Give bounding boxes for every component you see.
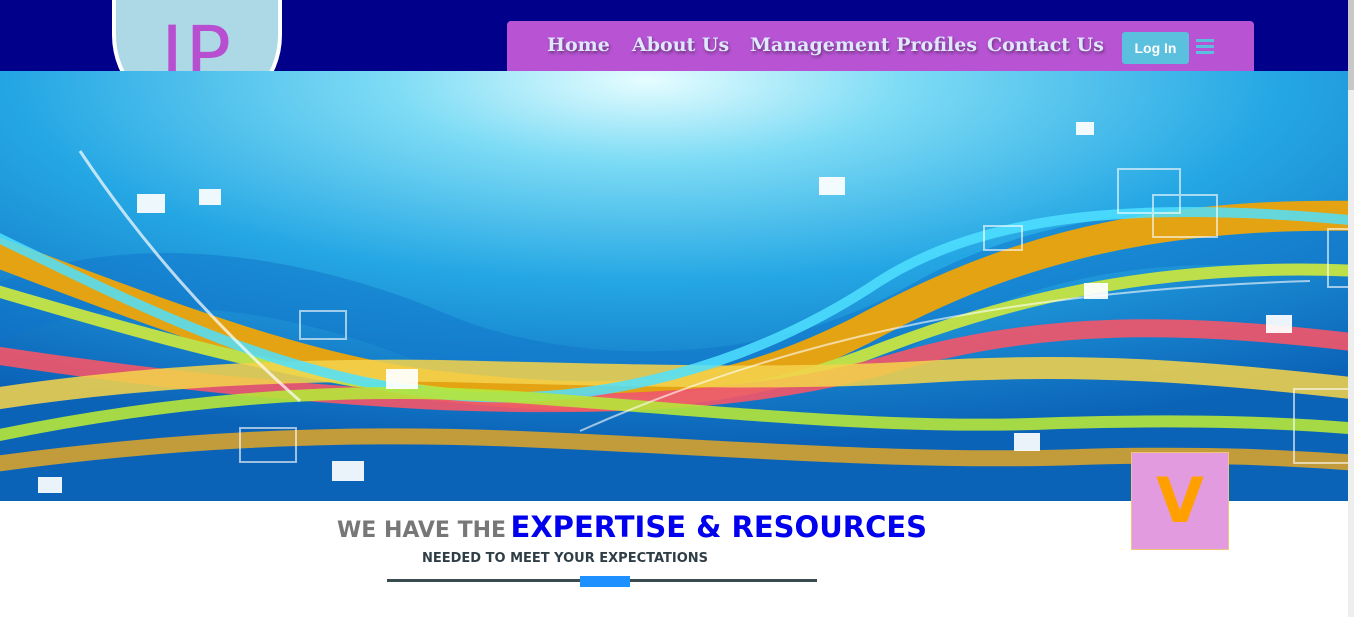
login-button[interactable]: Log In — [1122, 32, 1189, 64]
nav-home-link[interactable]: Home — [547, 34, 610, 56]
hero-banner — [0, 71, 1348, 501]
nav-contact-us-link[interactable]: Contact Us — [987, 34, 1104, 56]
hero-waves-image — [0, 71, 1348, 501]
v-badge[interactable]: V — [1131, 452, 1229, 550]
page-scrollbar[interactable] — [1348, 0, 1354, 617]
v-badge-letter: V — [1156, 464, 1204, 537]
tagline-lead: WE HAVE THE — [337, 518, 507, 543]
hamburger-menu-icon[interactable] — [1196, 39, 1214, 54]
tagline-subtitle: NEEDED TO MEET YOUR EXPECTATIONS — [422, 551, 709, 566]
main-navigation: Home About Us Management Profiles Contac… — [507, 21, 1254, 71]
nav-management-profiles-link[interactable]: Management Profiles — [750, 34, 977, 56]
divider-accent — [580, 576, 630, 587]
tagline-highlight: EXPERTISE & RESOURCES — [510, 510, 928, 544]
tagline-heading: WE HAVE THE EXPERTISE & RESOURCES — [337, 510, 927, 544]
scrollbar-thumb[interactable] — [1348, 0, 1354, 90]
nav-about-us-link[interactable]: About Us — [632, 34, 729, 56]
